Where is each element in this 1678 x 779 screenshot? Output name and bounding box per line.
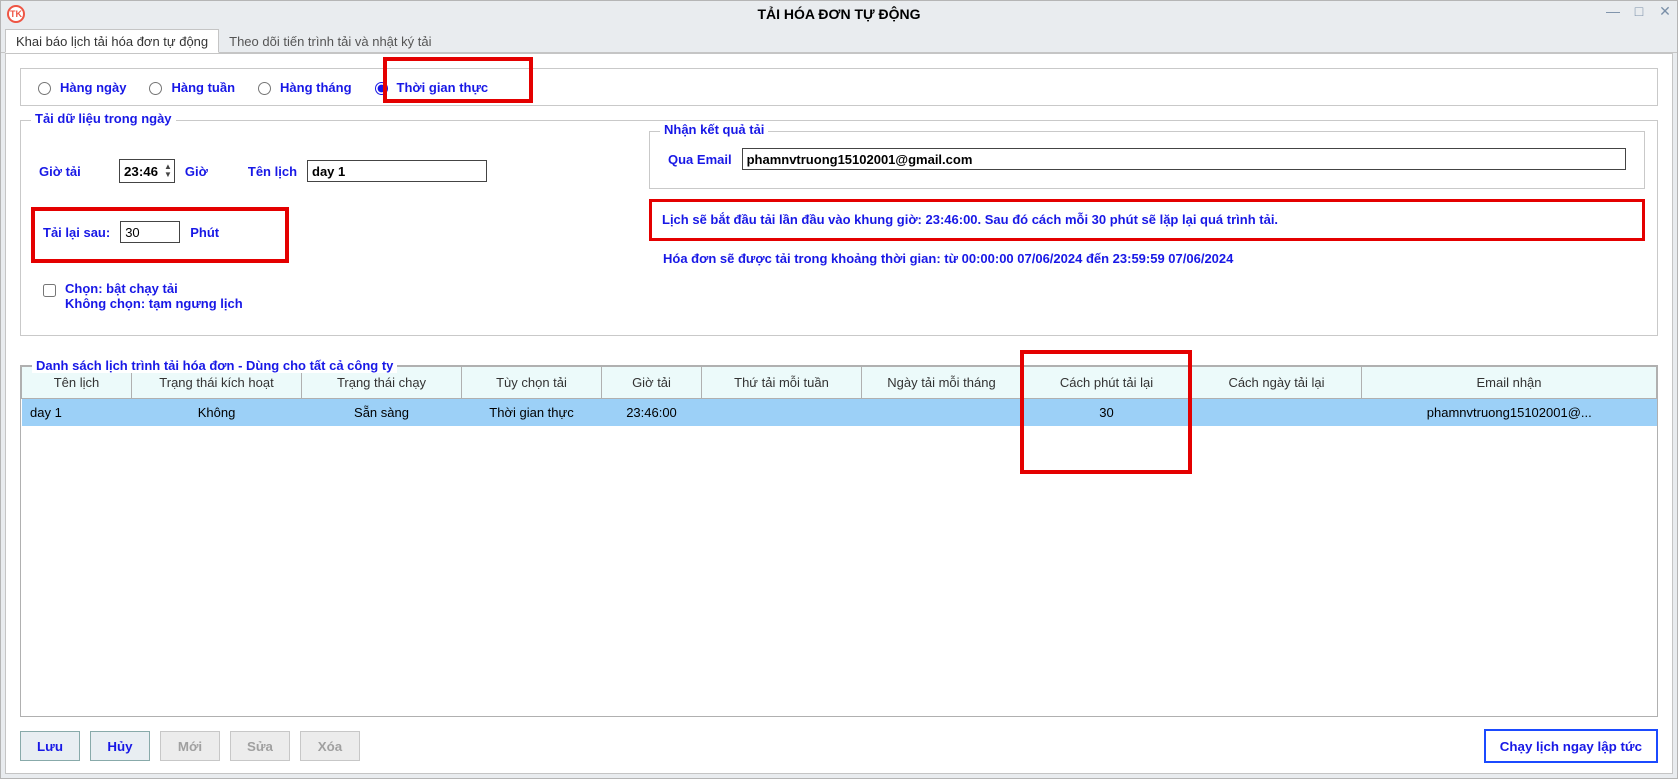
schedule-start-message: Lịch sẽ bắt đầu tải lần đầu vào khung gi… xyxy=(649,199,1645,241)
tab-schedule-config[interactable]: Khai báo lịch tải hóa đơn tự động xyxy=(5,29,219,53)
spin-down-icon[interactable]: ▼ xyxy=(164,171,172,179)
daily-data-fieldset: Tải dữ liệu trong ngày Giờ tải ▲▼ Giờ Tê… xyxy=(20,120,1658,336)
schedule-name-input[interactable] xyxy=(307,160,487,182)
new-button[interactable]: Mới xyxy=(160,731,220,761)
edit-button[interactable]: Sửa xyxy=(230,731,290,761)
tab-content: Hàng ngày Hàng tuần Hàng tháng Thời gian… xyxy=(5,53,1673,774)
col-ngay-tai[interactable]: Ngày tải mỗi tháng xyxy=(862,367,1022,399)
schedule-table: Tên lịch Trạng thái kích hoạt Trạng thái… xyxy=(20,365,1658,717)
col-email-nhan[interactable]: Email nhận xyxy=(1362,367,1657,399)
app-window: TK TẢI HÓA ĐƠN TỰ ĐỘNG — □ ✕ Khai báo lị… xyxy=(0,0,1678,779)
phut-label: Phút xyxy=(190,225,219,240)
delete-button[interactable]: Xóa xyxy=(300,731,360,761)
title-bar: TK TẢI HÓA ĐƠN TỰ ĐỘNG — □ ✕ xyxy=(1,1,1677,27)
time-input[interactable] xyxy=(120,160,162,182)
daily-legend: Tải dữ liệu trong ngày xyxy=(31,111,176,126)
run-now-button[interactable]: Chạy lịch ngay lập tức xyxy=(1484,729,1658,763)
col-cach-phut[interactable]: Cách phút tải lại xyxy=(1022,367,1192,399)
tab-strip: Khai báo lịch tải hóa đơn tự động Theo d… xyxy=(1,27,1677,53)
radio-daily[interactable]: Hàng ngày xyxy=(33,79,126,95)
chk-line2: Không chọn: tạm ngưng lịch xyxy=(65,296,243,311)
col-tuy-chon-tai[interactable]: Tùy chọn tải xyxy=(462,367,602,399)
tai-lai-sau-label: Tải lại sau: xyxy=(43,225,110,240)
save-button[interactable]: Lưu xyxy=(20,731,80,761)
time-range-message: Hóa đơn sẽ được tải trong khoảng thời gi… xyxy=(649,241,1645,269)
col-thu-tai[interactable]: Thứ tải mỗi tuần xyxy=(702,367,862,399)
enable-run-checkbox[interactable] xyxy=(43,284,56,297)
table-legend: Danh sách lịch trình tải hóa đơn - Dùng … xyxy=(32,358,397,373)
col-cach-ngay[interactable]: Cách ngày tải lại xyxy=(1192,367,1362,399)
gio-label: Giờ xyxy=(185,164,208,179)
chk-line1: Chọn: bật chạy tải xyxy=(65,281,243,296)
window-title: TẢI HÓA ĐƠN TỰ ĐỘNG xyxy=(757,6,920,22)
button-row: Lưu Hủy Mới Sửa Xóa Chạy lịch ngay lập t… xyxy=(20,729,1658,763)
tab-progress-log[interactable]: Theo dõi tiến trình tải và nhật ký tải xyxy=(219,30,441,52)
cancel-button[interactable]: Hủy xyxy=(90,731,150,761)
result-box: Nhận kết quả tải Qua Email xyxy=(649,131,1645,189)
time-spinner[interactable]: ▲▼ xyxy=(119,159,175,183)
email-label: Qua Email xyxy=(668,152,732,167)
ten-lich-label: Tên lịch xyxy=(248,164,297,179)
table-row[interactable]: day 1 Không Sẵn sàng Thời gian thực 23:4… xyxy=(22,399,1657,427)
app-icon: TK xyxy=(7,5,25,23)
gio-tai-label: Giờ tải xyxy=(39,164,109,179)
minimize-icon[interactable]: — xyxy=(1605,3,1621,20)
radio-monthly[interactable]: Hàng tháng xyxy=(253,79,352,95)
maximize-icon[interactable]: □ xyxy=(1631,3,1647,20)
col-gio-tai[interactable]: Giờ tải xyxy=(602,367,702,399)
result-legend: Nhận kết quả tải xyxy=(660,122,768,137)
radio-realtime[interactable]: Thời gian thực xyxy=(370,79,489,95)
reload-minutes-input[interactable] xyxy=(120,221,180,243)
email-input[interactable] xyxy=(742,148,1626,170)
frequency-fieldset: Hàng ngày Hàng tuần Hàng tháng Thời gian… xyxy=(20,68,1658,106)
radio-weekly[interactable]: Hàng tuần xyxy=(144,79,235,95)
close-icon[interactable]: ✕ xyxy=(1657,3,1673,20)
